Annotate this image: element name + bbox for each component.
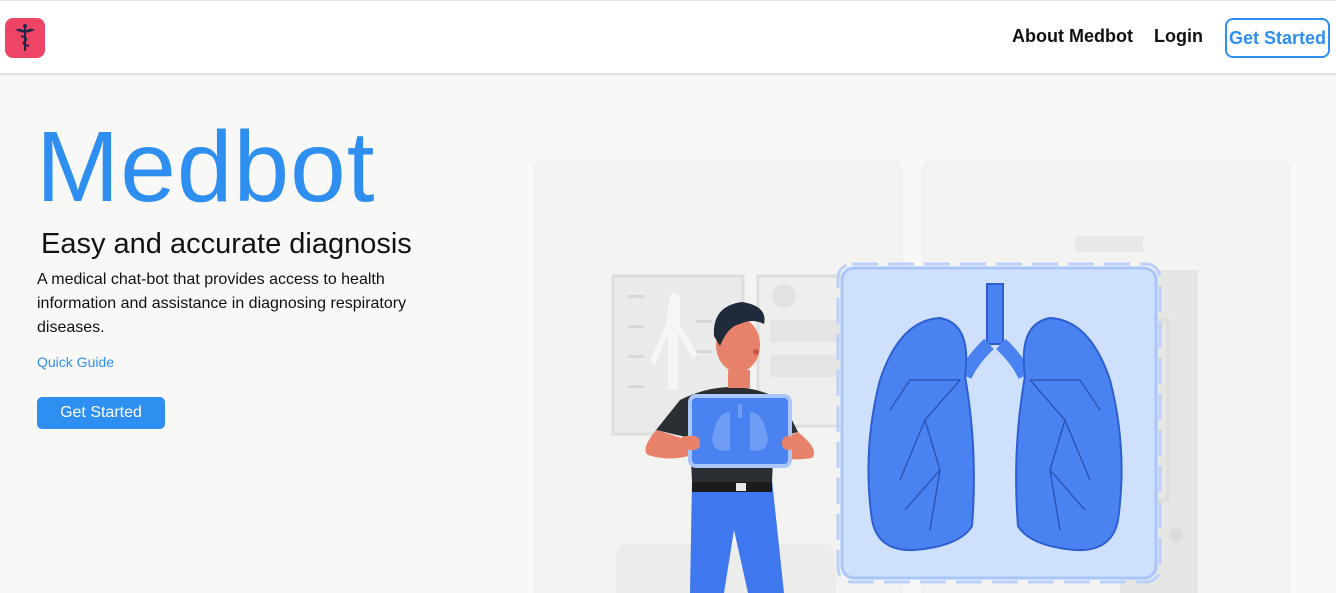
nav-login-link[interactable]: Login — [1154, 26, 1203, 47]
caduceus-icon[interactable] — [5, 18, 45, 58]
nav-get-started-button[interactable]: Get Started — [1225, 18, 1330, 58]
hero-description: A medical chat-bot that provides access … — [37, 271, 407, 336]
hero-get-started-button[interactable]: Get Started — [37, 397, 165, 429]
nav-about-link[interactable]: About Medbot — [1012, 26, 1133, 47]
hero-title: Medbot — [36, 111, 376, 223]
hero-subtitle: Easy and accurate diagnosis — [41, 228, 412, 260]
lungs-xray-illustration — [520, 150, 1310, 593]
navbar: About Medbot Login Get Started — [0, 0, 1336, 73]
quick-guide-link[interactable]: Quick Guide — [37, 354, 114, 370]
